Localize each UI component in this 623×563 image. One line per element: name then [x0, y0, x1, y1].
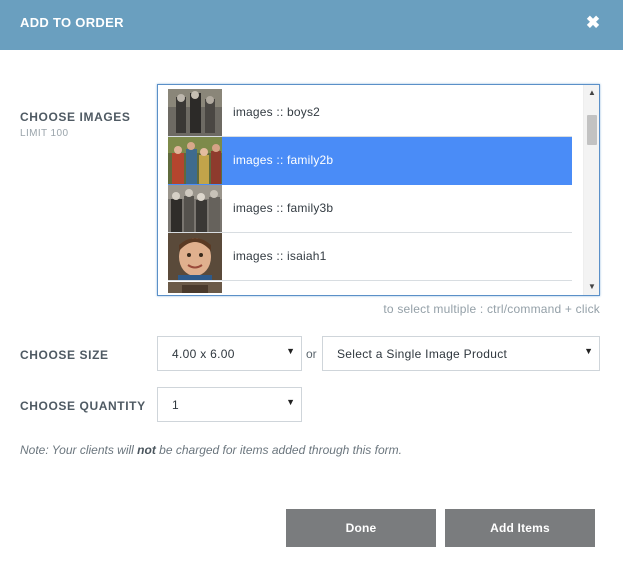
- choose-size-label: CHOOSE SIZE: [20, 348, 109, 362]
- scrollbar[interactable]: ▲ ▼: [583, 85, 599, 295]
- note-emphasis: not: [137, 443, 156, 457]
- caret-down-icon: ▼: [286, 397, 295, 407]
- note-text-before: Note: Your clients will: [20, 443, 138, 457]
- size-select-value: 4.00 x 6.00: [172, 347, 235, 361]
- list-item-partial[interactable]: [168, 281, 572, 293]
- thumbnail-image: [168, 281, 222, 293]
- product-select[interactable]: Select a Single Image Product ▼: [322, 336, 600, 371]
- choose-images-label: CHOOSE IMAGES: [20, 110, 131, 124]
- modal-header: ADD TO ORDER ✖: [0, 0, 623, 50]
- add-items-button[interactable]: Add Items: [445, 509, 595, 547]
- product-select-value: Select a Single Image Product: [337, 347, 508, 361]
- quantity-select-value: 1: [172, 398, 179, 412]
- caret-down-icon: ▼: [286, 346, 295, 356]
- caret-down-icon: ▼: [584, 346, 593, 356]
- thumbnail-image: [168, 185, 222, 232]
- limit-label: LIMIT 100: [20, 128, 69, 139]
- scroll-up-icon[interactable]: ▲: [584, 85, 599, 101]
- modal-title: ADD TO ORDER: [20, 15, 124, 30]
- multi-select-hint: to select multiple : ctrl/command + clic…: [383, 302, 600, 316]
- choose-quantity-label: CHOOSE QUANTITY: [20, 399, 146, 413]
- list-item-label: images :: boys2: [233, 105, 321, 119]
- scroll-thumb[interactable]: [587, 115, 597, 145]
- done-button[interactable]: Done: [286, 509, 436, 547]
- image-select-list[interactable]: images :: boys2 images :: family2b image…: [157, 84, 600, 296]
- list-item-family2b[interactable]: images :: family2b: [168, 137, 572, 185]
- list-item-label: images :: family3b: [233, 201, 334, 215]
- list-item-boys2[interactable]: images :: boys2: [168, 89, 572, 137]
- list-item-isaiah1[interactable]: images :: isaiah1: [168, 233, 572, 281]
- thumbnail-image: [168, 137, 222, 184]
- close-icon[interactable]: ✖: [583, 13, 603, 33]
- thumbnail-image: [168, 89, 222, 136]
- size-select[interactable]: 4.00 x 6.00 ▼: [157, 336, 302, 371]
- list-item-label: images :: isaiah1: [233, 249, 327, 263]
- billing-note: Note: Your clients will not be charged f…: [20, 443, 402, 457]
- note-text-after: be charged for items added through this …: [155, 443, 402, 457]
- scroll-down-icon[interactable]: ▼: [584, 279, 599, 295]
- list-item-label: images :: family2b: [233, 153, 334, 167]
- thumbnail-image: [168, 233, 222, 280]
- quantity-select[interactable]: 1 ▼: [157, 387, 302, 422]
- or-text: or: [306, 347, 317, 361]
- list-item-family3b[interactable]: images :: family3b: [168, 185, 572, 233]
